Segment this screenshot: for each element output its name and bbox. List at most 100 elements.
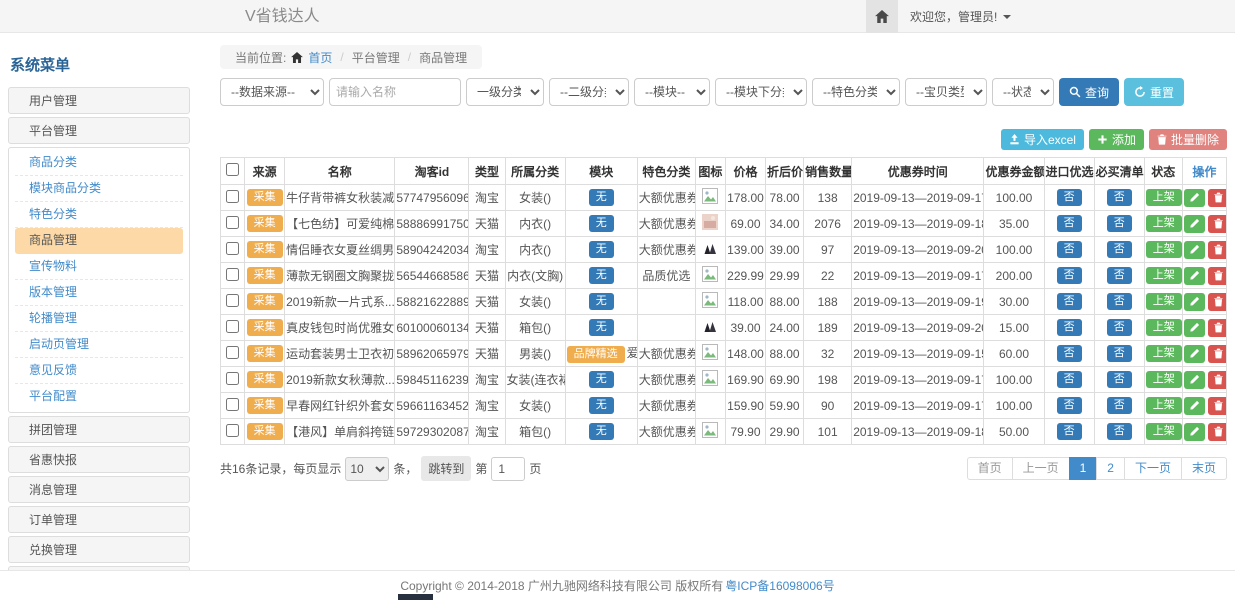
edit-button[interactable]	[1184, 215, 1205, 233]
row-checkbox[interactable]	[226, 424, 239, 437]
edit-button[interactable]	[1184, 371, 1205, 389]
row-checkbox[interactable]	[226, 398, 239, 411]
status-badge[interactable]: 上架	[1146, 189, 1182, 206]
must-buy-badge[interactable]: 否	[1107, 267, 1132, 284]
import-select-badge[interactable]: 否	[1057, 319, 1082, 336]
search-button[interactable]: 查询	[1059, 78, 1119, 106]
status-badge[interactable]: 上架	[1146, 215, 1182, 232]
edit-button[interactable]	[1184, 241, 1205, 259]
edit-button[interactable]	[1184, 267, 1205, 285]
import-select-badge[interactable]: 否	[1057, 371, 1082, 388]
pager-item-6[interactable]: 末页	[1181, 457, 1227, 480]
sidebar-item-3[interactable]: 特色分类	[15, 202, 183, 228]
status-badge[interactable]: 上架	[1146, 267, 1182, 284]
must-buy-badge[interactable]: 否	[1107, 215, 1132, 232]
sidebar-group-6[interactable]: 订单管理	[8, 506, 190, 533]
filter-select-5[interactable]: --特色分类--	[812, 78, 900, 106]
user-menu[interactable]: 欢迎您，管理员!	[898, 0, 1023, 33]
status-badge[interactable]: 上架	[1146, 241, 1182, 258]
edit-button[interactable]	[1184, 345, 1205, 363]
must-buy-badge[interactable]: 否	[1107, 371, 1132, 388]
sidebar-item-1[interactable]: 商品分类	[15, 150, 183, 176]
batch-delete-button[interactable]: 批量删除	[1149, 129, 1227, 150]
row-checkbox[interactable]	[226, 346, 239, 359]
sidebar-item-4[interactable]: 商品管理	[15, 228, 183, 254]
breadcrumb-home-link[interactable]: 首页	[308, 49, 332, 66]
sidebar-item-7[interactable]: 轮播管理	[15, 306, 183, 332]
sidebar-group-2[interactable]: 平台管理	[8, 117, 190, 144]
jump-button[interactable]: 跳转到	[421, 456, 471, 481]
must-buy-badge[interactable]: 否	[1107, 319, 1132, 336]
row-checkbox[interactable]	[226, 242, 239, 255]
delete-button[interactable]	[1208, 423, 1227, 441]
sidebar-item-10[interactable]: 平台配置	[15, 384, 183, 410]
import-excel-button[interactable]: 导入excel	[1001, 129, 1084, 150]
add-button[interactable]: 添加	[1089, 129, 1144, 150]
edit-button[interactable]	[1184, 319, 1205, 337]
must-buy-badge[interactable]: 否	[1107, 241, 1132, 258]
import-select-badge[interactable]: 否	[1057, 397, 1082, 414]
data-source-select[interactable]: --数据来源--	[220, 78, 324, 106]
status-badge[interactable]: 上架	[1146, 293, 1182, 310]
pager-item-5[interactable]: 下一页	[1124, 457, 1182, 480]
home-button[interactable]	[866, 0, 898, 33]
must-buy-badge[interactable]: 否	[1107, 189, 1132, 206]
status-badge[interactable]: 上架	[1146, 319, 1182, 336]
import-select-badge[interactable]: 否	[1057, 423, 1082, 440]
delete-button[interactable]	[1208, 371, 1227, 389]
import-select-badge[interactable]: 否	[1057, 189, 1082, 206]
row-checkbox[interactable]	[226, 320, 239, 333]
filter-select-1[interactable]: 一级分类	[466, 78, 544, 106]
pager-item-4[interactable]: 2	[1096, 457, 1125, 480]
must-buy-badge[interactable]: 否	[1107, 345, 1132, 362]
row-checkbox[interactable]	[226, 190, 239, 203]
name-search-input[interactable]	[329, 78, 461, 106]
delete-button[interactable]	[1208, 345, 1227, 363]
import-select-badge[interactable]: 否	[1057, 267, 1082, 284]
per-page-select[interactable]: 10	[345, 457, 389, 481]
delete-button[interactable]	[1208, 319, 1227, 337]
filter-select-6[interactable]: --宝贝类型--	[905, 78, 987, 106]
select-all-checkbox[interactable]	[226, 163, 239, 176]
pager-item-1[interactable]: 首页	[967, 457, 1013, 480]
sidebar-item-2[interactable]: 模块商品分类	[15, 176, 183, 202]
sidebar-group-4[interactable]: 省惠快报	[8, 446, 190, 473]
row-checkbox[interactable]	[226, 216, 239, 229]
must-buy-badge[interactable]: 否	[1107, 293, 1132, 310]
pager-item-2[interactable]: 上一页	[1012, 457, 1070, 480]
delete-button[interactable]	[1208, 397, 1227, 415]
edit-button[interactable]	[1184, 423, 1205, 441]
row-checkbox[interactable]	[226, 268, 239, 281]
jump-page-input[interactable]	[491, 457, 525, 481]
sidebar-item-9[interactable]: 意见反馈	[15, 358, 183, 384]
status-badge[interactable]: 上架	[1146, 397, 1182, 414]
must-buy-badge[interactable]: 否	[1107, 423, 1132, 440]
delete-button[interactable]	[1208, 293, 1227, 311]
sidebar-group-1[interactable]: 用户管理	[8, 87, 190, 114]
import-select-badge[interactable]: 否	[1057, 293, 1082, 310]
row-checkbox[interactable]	[226, 372, 239, 385]
sidebar-item-5[interactable]: 宣传物料	[15, 254, 183, 280]
sidebar-group-7[interactable]: 兑换管理	[8, 536, 190, 563]
import-select-badge[interactable]: 否	[1057, 215, 1082, 232]
pager-item-3[interactable]: 1	[1069, 457, 1098, 480]
status-badge[interactable]: 上架	[1146, 345, 1182, 362]
row-checkbox[interactable]	[226, 294, 239, 307]
sidebar-item-8[interactable]: 启动页管理	[15, 332, 183, 358]
delete-button[interactable]	[1208, 215, 1227, 233]
filter-select-2[interactable]: --二级分类--	[549, 78, 629, 106]
delete-button[interactable]	[1208, 267, 1227, 285]
import-select-badge[interactable]: 否	[1057, 241, 1082, 258]
status-badge[interactable]: 上架	[1146, 423, 1182, 440]
edit-button[interactable]	[1184, 189, 1205, 207]
reset-button[interactable]: 重置	[1124, 78, 1184, 106]
status-badge[interactable]: 上架	[1146, 371, 1182, 388]
filter-select-3[interactable]: --模块--	[634, 78, 710, 106]
sidebar-group-5[interactable]: 消息管理	[8, 476, 190, 503]
delete-button[interactable]	[1208, 241, 1227, 259]
sidebar-item-6[interactable]: 版本管理	[15, 280, 183, 306]
filter-select-7[interactable]: --状态--	[992, 78, 1054, 106]
delete-button[interactable]	[1208, 189, 1227, 207]
must-buy-badge[interactable]: 否	[1107, 397, 1132, 414]
edit-button[interactable]	[1184, 293, 1205, 311]
